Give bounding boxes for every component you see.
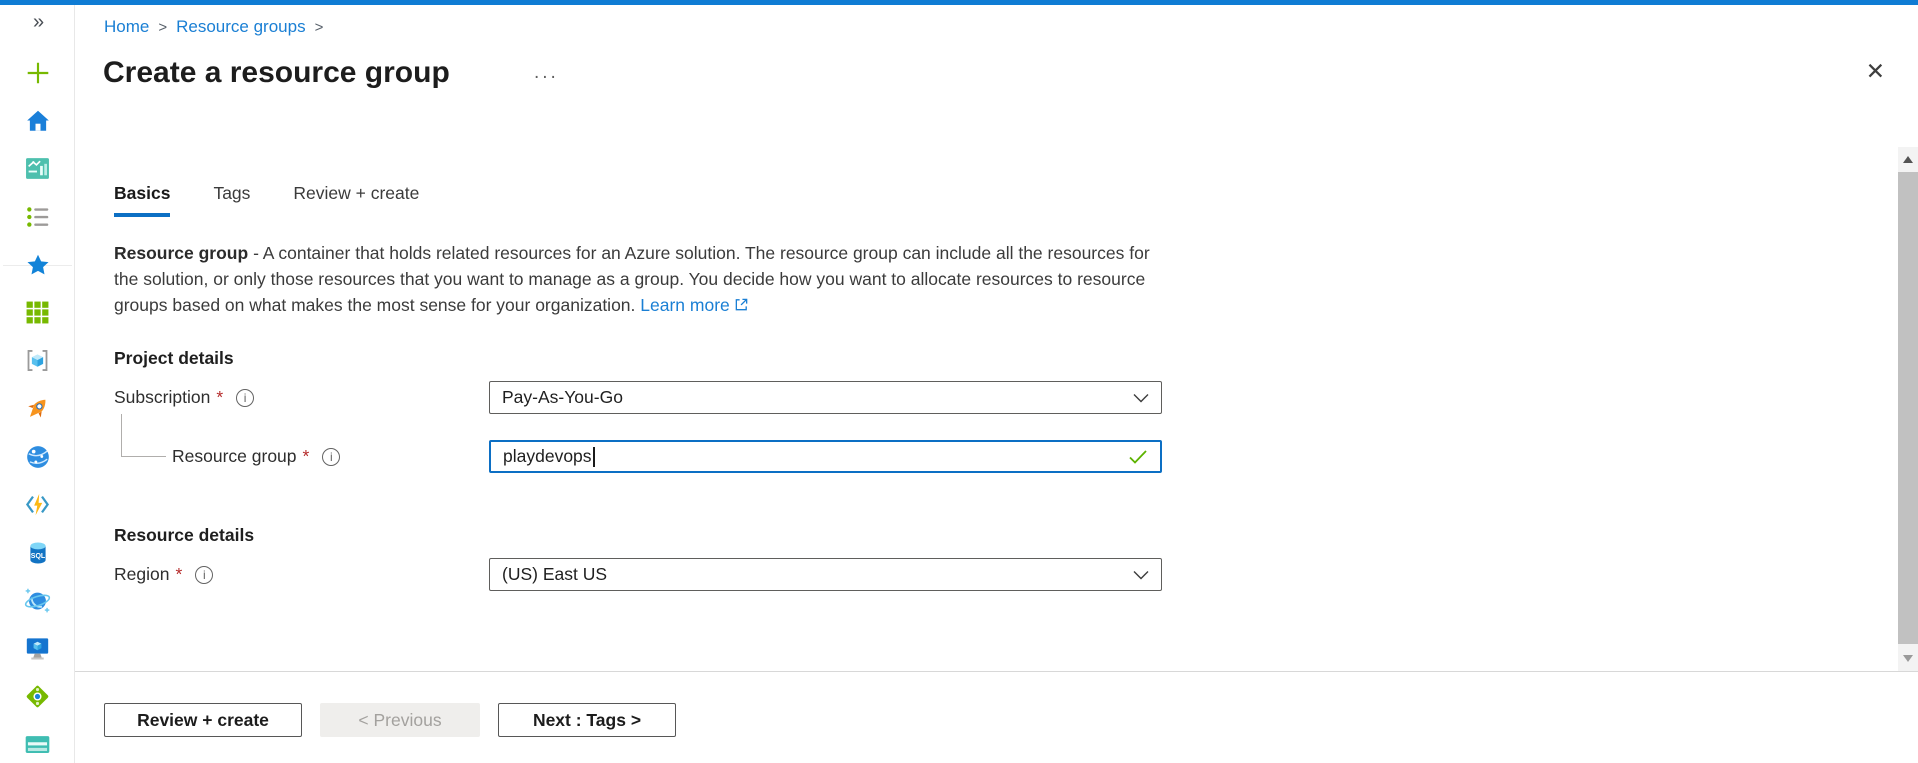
triangle-down-icon: [1903, 655, 1913, 662]
resource-group-label: Resource group * i: [114, 446, 489, 467]
resource-group-description: Resource group - A container that holds …: [114, 240, 1162, 318]
resource-details-heading: Resource details: [114, 525, 255, 545]
rocket-icon: [28, 399, 46, 418]
info-icon[interactable]: i: [322, 447, 341, 466]
info-icon[interactable]: i: [236, 388, 255, 407]
dashboard-icon: [26, 158, 49, 179]
subscription-value: Pay-As-You-Go: [502, 387, 623, 407]
breadcrumb-separator: >: [158, 19, 168, 36]
scrollbar-thumb[interactable]: [1898, 172, 1918, 644]
sidebar-item-cosmos-db[interactable]: [0, 587, 75, 614]
breadcrumb: Home > Resource groups >: [104, 17, 332, 37]
sidebar-item-virtual-machines[interactable]: [0, 635, 75, 662]
home-icon: [26, 110, 49, 131]
scrollbar-down-button[interactable]: [1898, 646, 1918, 671]
sidebar: » SQL: [0, 5, 75, 763]
tab-basics[interactable]: Basics: [114, 183, 171, 217]
text-cursor: [592, 446, 595, 467]
required-asterisk: *: [216, 387, 224, 407]
project-details-heading: Project details: [114, 348, 234, 368]
validation-check-icon: [1129, 449, 1147, 464]
triangle-up-icon: [1903, 156, 1913, 163]
sql-database-icon: SQL: [29, 541, 45, 564]
vertical-scrollbar[interactable]: [1898, 147, 1918, 671]
resource-groups-icon: [27, 350, 48, 371]
sidebar-item-storage-accounts[interactable]: [0, 731, 75, 758]
next-tags-button[interactable]: Next : Tags >: [498, 703, 676, 737]
more-options-icon[interactable]: ...: [534, 62, 559, 84]
sidebar-item-quickstart-center[interactable]: [0, 395, 75, 422]
sidebar-icon-column: SQL: [0, 59, 75, 758]
cosmos-db-icon: [24, 588, 51, 613]
create-resource-group-panel: Basics Tags Review + create Resource gro…: [75, 147, 1918, 672]
chevron-down-icon: [1133, 570, 1149, 579]
external-link-icon: [735, 298, 748, 311]
virtual-machine-icon: [26, 638, 49, 660]
load-balancer-icon: [26, 685, 49, 708]
all-resources-grid-icon: [26, 301, 49, 324]
subscription-row: Subscription * i Pay-As-You-Go: [114, 381, 1858, 414]
top-accent-bar: [0, 0, 1918, 5]
region-label: Region * i: [114, 564, 489, 585]
description-lead: Resource group: [114, 243, 249, 263]
favorites-star-icon: [26, 254, 49, 274]
tab-tags[interactable]: Tags: [213, 183, 250, 217]
svg-text:SQL: SQL: [30, 552, 45, 559]
required-asterisk: *: [175, 564, 183, 584]
tab-review-create[interactable]: Review + create: [293, 183, 419, 217]
sidebar-item-function-app[interactable]: [0, 491, 75, 518]
sidebar-item-favorites[interactable]: [0, 251, 75, 278]
close-icon[interactable]: ✕: [1866, 60, 1885, 83]
sidebar-item-app-services[interactable]: [0, 443, 75, 470]
footer-bar: Review + create < Previous Next : Tags >: [75, 672, 1918, 763]
hierarchy-connector-line: [121, 414, 166, 457]
region-row: Region * i (US) East US: [114, 558, 1858, 591]
info-icon[interactable]: i: [195, 565, 214, 584]
plus-icon: [27, 62, 48, 83]
chevron-double-right-icon: »: [33, 11, 45, 33]
sidebar-item-dashboard[interactable]: [0, 155, 75, 182]
scrollbar-up-button[interactable]: [1898, 147, 1918, 172]
sidebar-item-sql-databases[interactable]: SQL: [0, 539, 75, 566]
all-services-icon: [26, 206, 48, 227]
region-dropdown[interactable]: (US) East US: [489, 558, 1162, 591]
breadcrumb-separator: >: [314, 19, 324, 36]
resource-group-row: Resource group * i playdevops: [114, 414, 1858, 473]
description-body: - A container that holds related resourc…: [114, 243, 1150, 315]
subscription-label: Subscription * i: [114, 387, 489, 408]
sidebar-item-all-resources[interactable]: [0, 299, 75, 326]
required-asterisk: *: [302, 446, 310, 466]
app-services-globe-icon: [26, 445, 49, 468]
sidebar-item-resource-groups[interactable]: [0, 347, 75, 374]
subscription-dropdown[interactable]: Pay-As-You-Go: [489, 381, 1162, 414]
region-value: (US) East US: [502, 564, 608, 584]
sidebar-item-load-balancers[interactable]: [0, 683, 75, 710]
function-app-icon: [25, 493, 50, 516]
sidebar-item-all-services[interactable]: [0, 203, 75, 230]
previous-button[interactable]: < Previous: [320, 703, 480, 737]
breadcrumb-home-link[interactable]: Home: [104, 17, 149, 36]
page-title: Create a resource group: [103, 56, 450, 89]
review-create-button[interactable]: Review + create: [104, 703, 302, 737]
learn-more-link[interactable]: Learn more: [640, 295, 749, 315]
sidebar-expand-button[interactable]: »: [33, 11, 44, 34]
storage-account-icon: [25, 736, 50, 753]
sidebar-item-create-resource[interactable]: [0, 59, 75, 86]
tab-bar: Basics Tags Review + create: [114, 183, 1858, 217]
resource-group-value: playdevops: [503, 446, 592, 466]
breadcrumb-resource-groups-link[interactable]: Resource groups: [176, 17, 305, 36]
sidebar-item-home[interactable]: [0, 107, 75, 134]
chevron-down-icon: [1133, 393, 1149, 402]
resource-group-input[interactable]: playdevops: [489, 440, 1162, 473]
